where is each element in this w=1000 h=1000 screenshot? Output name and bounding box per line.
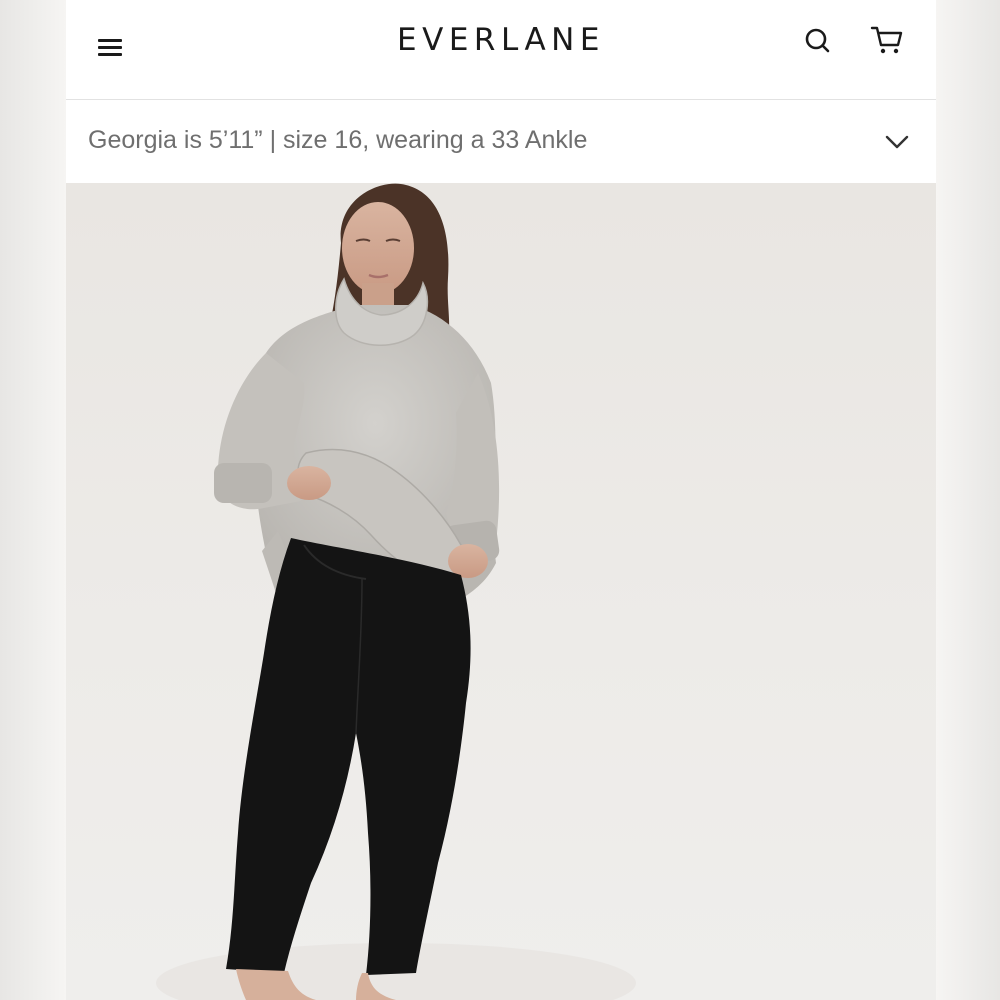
menu-button[interactable] [96,36,126,60]
model-info-text: Georgia is 5’11” | size 16, wearing a 33… [88,126,588,154]
model-info-toggle[interactable] [882,128,912,156]
model-illustration [156,183,636,1000]
brand-logo[interactable]: EVERLANE [397,22,605,58]
model-info-dropdown[interactable]: Georgia is 5’11” | size 16, wearing a 33… [66,100,936,183]
shopping-cart-icon [870,26,903,54]
site-header: EVERLANE [66,0,936,100]
search-icon [805,28,830,53]
cart-button[interactable] [866,20,906,58]
left-backdrop [0,0,66,1000]
right-backdrop [936,0,1000,1000]
product-photo[interactable] [66,183,936,1000]
search-button[interactable] [800,22,836,58]
chevron-down-icon [885,135,909,149]
product-page: EVERLANE Georgia is 5’11” | size 16, wea… [66,0,936,1000]
